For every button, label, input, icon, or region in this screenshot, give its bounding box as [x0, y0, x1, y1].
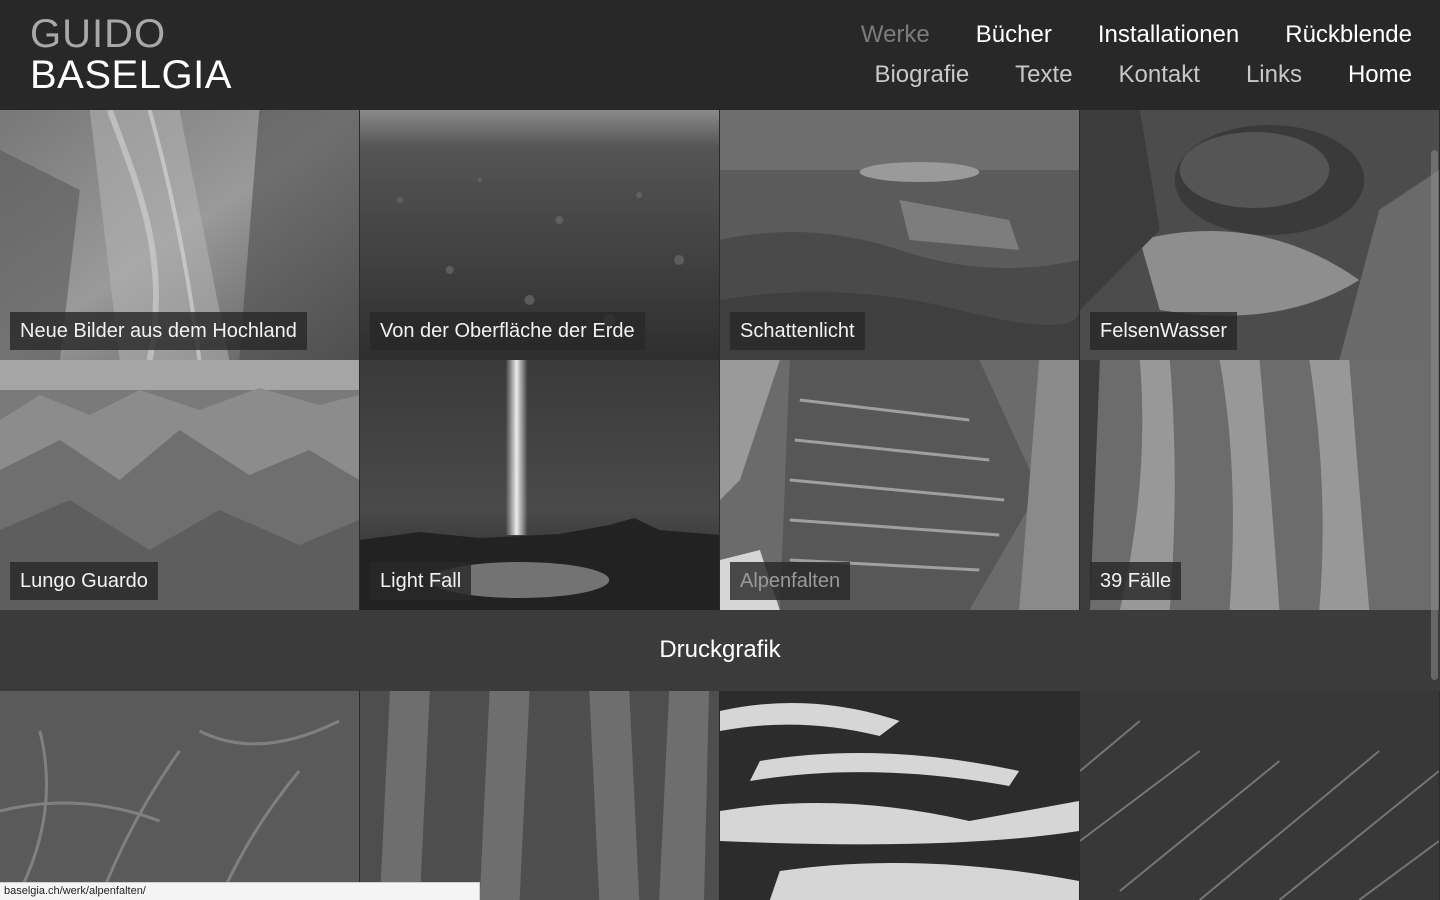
nav-werke[interactable]: Werke	[861, 20, 930, 50]
print-tile[interactable]	[1080, 691, 1440, 900]
work-caption: 39 Fälle	[1090, 562, 1182, 600]
work-caption: Schattenlicht	[730, 312, 865, 350]
browser-status-bar: baselgia.ch/werk/alpenfalten/	[0, 882, 480, 900]
nav-kontakt[interactable]: Kontakt	[1119, 60, 1200, 90]
nav-biografie[interactable]: Biografie	[874, 60, 969, 90]
nav-links[interactable]: Links	[1246, 60, 1302, 90]
nav-rueckblende[interactable]: Rückblende	[1285, 20, 1412, 50]
work-tile-felsenwasser[interactable]: FelsenWasser	[1080, 110, 1440, 360]
works-grid: Neue Bilder aus dem Hochland Von der Obe…	[0, 110, 1440, 610]
nav-home[interactable]: Home	[1348, 60, 1412, 90]
work-tile-lungo-guardo[interactable]: Lungo Guardo	[0, 360, 360, 610]
status-url: baselgia.ch/werk/alpenfalten/	[4, 885, 146, 897]
work-caption: Von der Oberfläche der Erde	[370, 312, 645, 350]
site-logo[interactable]: GUIDO BASELGIA	[30, 14, 232, 96]
work-tile-alpenfalten[interactable]: Alpenfalten	[720, 360, 1080, 610]
eroded-relief-photo	[360, 691, 719, 900]
nav-buecher[interactable]: Bücher	[976, 20, 1052, 50]
vertical-scrollbar[interactable]	[1431, 150, 1438, 680]
work-caption: Light Fall	[370, 562, 472, 600]
site-header: GUIDO BASELGIA Werke Bücher Installation…	[0, 0, 1440, 110]
logo-last-name: BASELGIA	[30, 53, 232, 97]
prints-grid	[0, 691, 1440, 900]
logo-first-name: GUIDO	[30, 12, 167, 56]
streak-texture-photo	[1080, 691, 1439, 900]
work-tile-neue-bilder[interactable]: Neue Bilder aus dem Hochland	[0, 110, 360, 360]
work-caption: Lungo Guardo	[10, 562, 158, 600]
work-tile-light-fall[interactable]: Light Fall	[360, 360, 720, 610]
plant-texture-photo	[0, 691, 359, 900]
work-caption: Neue Bilder aus dem Hochland	[10, 312, 307, 350]
print-tile[interactable]	[720, 691, 1080, 900]
print-tile[interactable]	[360, 691, 720, 900]
work-caption: Alpenfalten	[730, 562, 851, 600]
print-tile[interactable]	[0, 691, 360, 900]
snow-patches-photo	[720, 691, 1079, 900]
work-caption: FelsenWasser	[1090, 312, 1238, 350]
work-tile-schattenlicht[interactable]: Schattenlicht	[720, 110, 1080, 360]
section-title: Druckgrafik	[659, 636, 781, 663]
primary-nav: Werke Bücher Installationen Rückblende	[815, 20, 1412, 50]
nav-texte[interactable]: Texte	[1015, 60, 1072, 90]
work-tile-39-faelle[interactable]: 39 Fälle	[1080, 360, 1440, 610]
secondary-nav: Biografie Texte Kontakt Links Home	[828, 60, 1412, 90]
work-tile-oberflaeche[interactable]: Von der Oberfläche der Erde	[360, 110, 720, 360]
section-druckgrafik: Druckgrafik	[0, 610, 1440, 691]
nav-installationen[interactable]: Installationen	[1098, 20, 1239, 50]
